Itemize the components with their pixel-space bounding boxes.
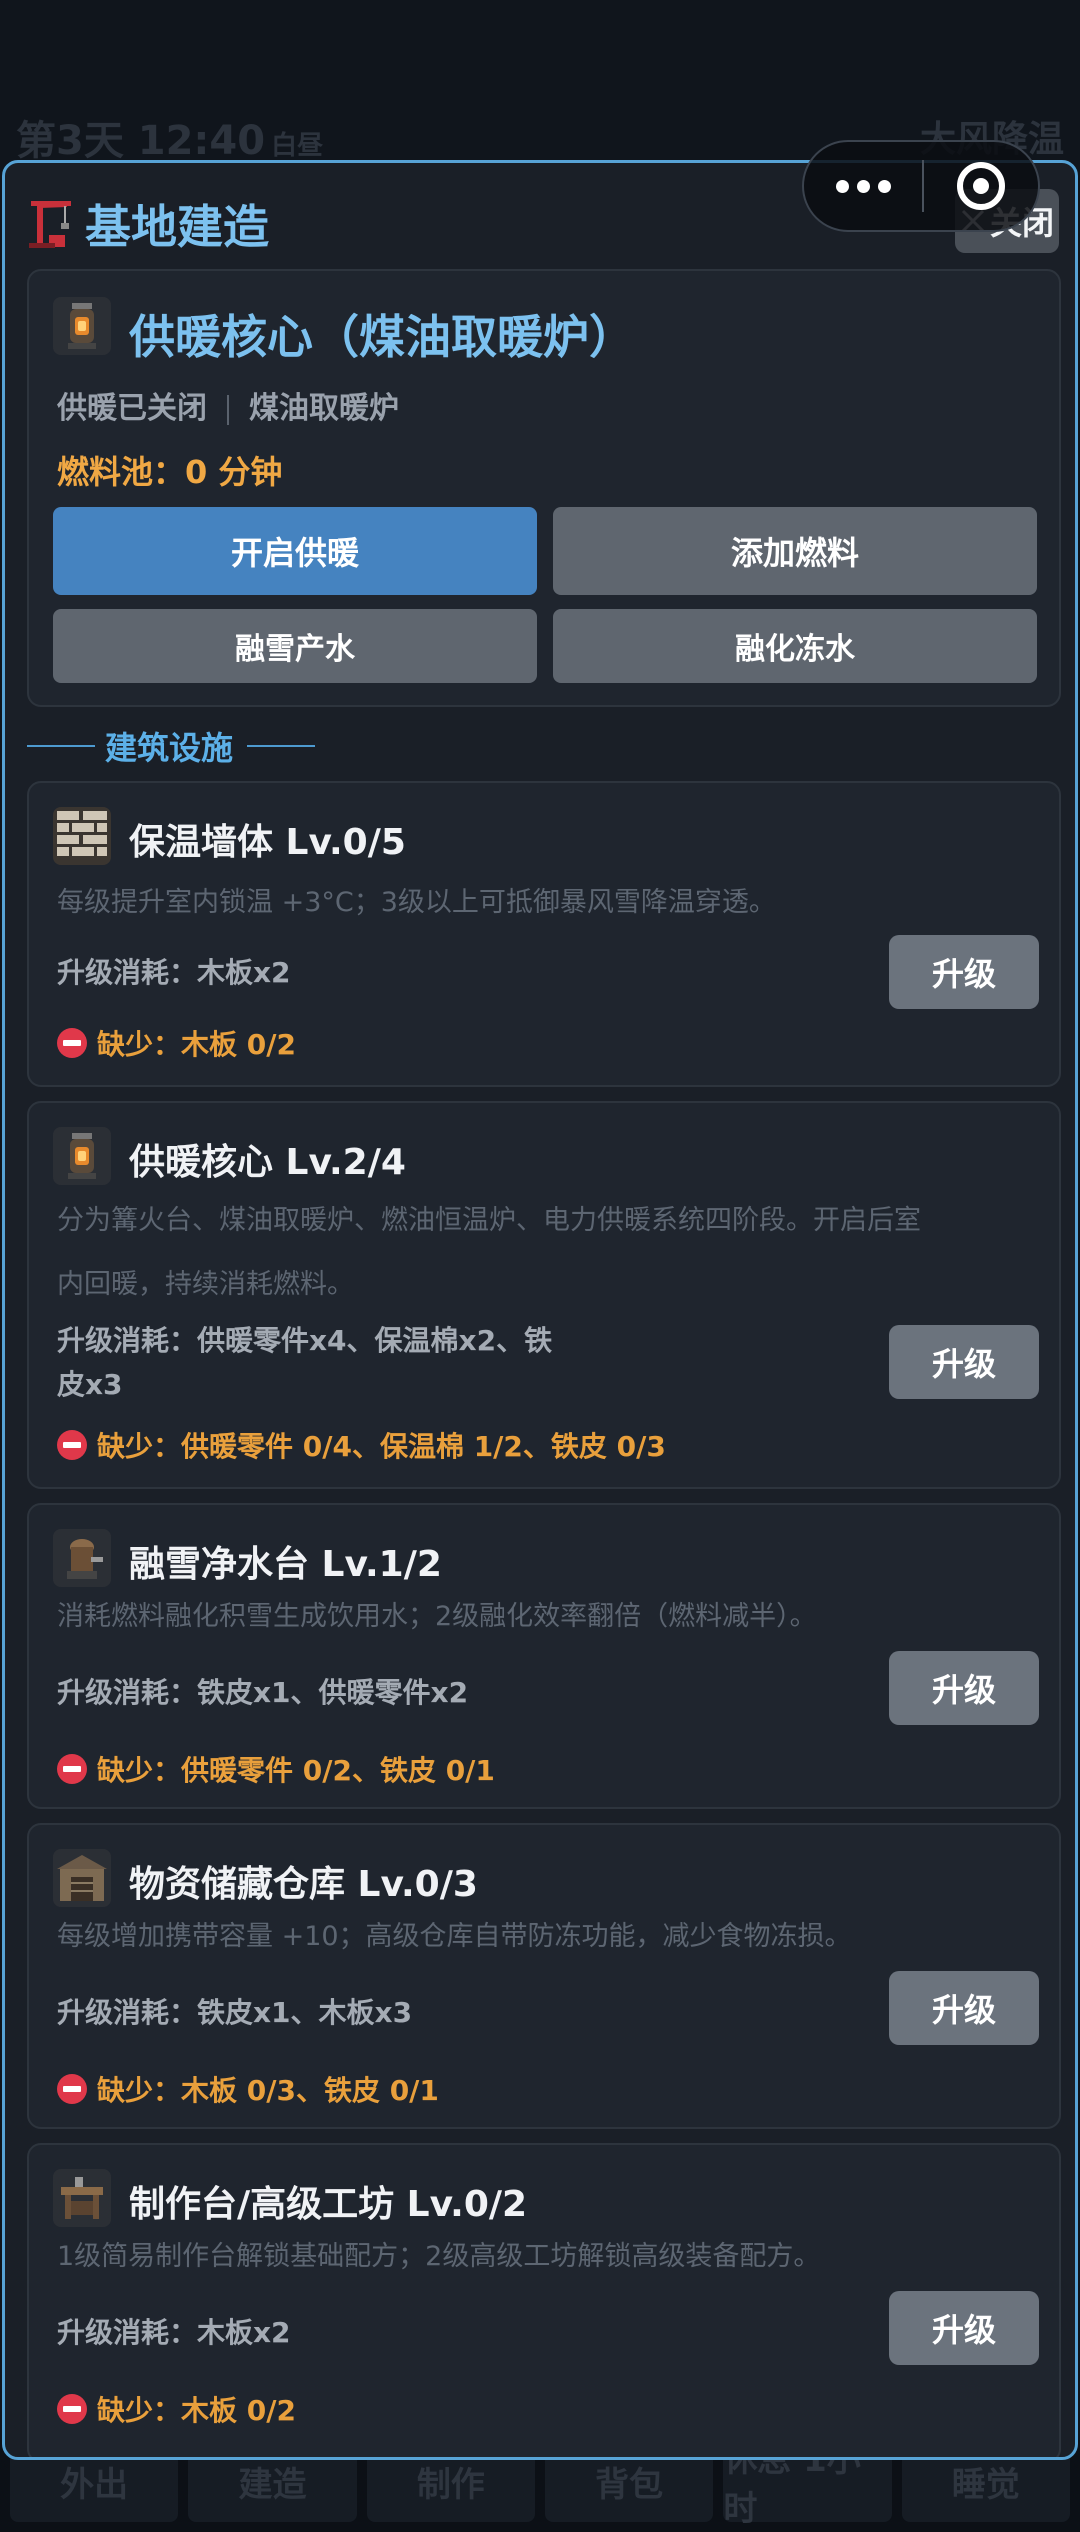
upgrade-button[interactable]: 升级: [889, 935, 1039, 1009]
building-name: 保温墙体 Lv.0/5: [129, 822, 406, 863]
building-description: 分为篝火台、煤油取暖炉、燃油恒温炉、电力供暖系统四阶段。开启后室 内回暖，持续消耗…: [57, 1205, 921, 1300]
section-title: 建筑设施: [27, 723, 317, 767]
missing-materials: 缺少：供暖零件 0/4、保温棉 1/2、铁皮 0/3: [57, 1425, 666, 1465]
building-name: 融雪净水台 Lv.1/2: [129, 1544, 442, 1585]
day-time-text: 第3天 12:40 白昼: [16, 118, 324, 164]
turn-on-heating-button[interactable]: 开启供暖: [53, 507, 537, 595]
building-description: 1级简易制作台解锁基础配方；2级高级工坊解锁高级装备配方。: [57, 2241, 821, 2272]
building-description: 消耗燃料融化积雪生成饮用水；2级融化效率翻倍（燃料减半）。: [57, 1601, 817, 1632]
missing-materials: 缺少：木板 0/2: [57, 1023, 296, 1063]
upgrade-button[interactable]: 升级: [889, 2291, 1039, 2365]
warehouse-icon: [53, 1849, 111, 1907]
status-divider: [227, 394, 229, 425]
missing-materials: 缺少：木板 0/3、铁皮 0/1: [57, 2069, 439, 2109]
kerosene-heater-icon: [53, 297, 111, 355]
heater-stage-text: 煤油取暖炉: [249, 391, 399, 426]
upgrade-cost: 升级消耗：供暖零件x4、保温棉x2、铁 皮x3: [57, 1324, 553, 1401]
upgrade-cost: 升级消耗：铁皮x1、木板x3: [57, 1996, 413, 2029]
upgrade-cost: 升级消耗：木板x2: [57, 956, 291, 989]
purifier-icon: [53, 1529, 111, 1587]
modal-title: 基地建造: [85, 200, 269, 254]
heating-status-text: 供暖已关闭: [57, 391, 207, 426]
wall-icon: [53, 807, 111, 865]
building-description: 每级增加携带容量 +10；高级仓库自带防冻功能，减少食物冻损。: [57, 1921, 852, 1952]
no-entry-icon: [57, 2074, 87, 2104]
no-entry-icon: [57, 1430, 87, 1460]
heating-status: 供暖已关闭 煤油取暖炉: [57, 383, 399, 427]
building-card-insulation-wall: 保温墙体 Lv.0/5 每级提升室内锁温 +3°C；3级以上可抵御暴风雪降温穿透…: [27, 781, 1061, 1087]
building-description: 每级提升室内锁温 +3°C；3级以上可抵御暴风雪降温穿透。: [57, 887, 776, 918]
missing-materials: 缺少：木板 0/2: [57, 2389, 296, 2429]
upgrade-button[interactable]: 升级: [889, 1325, 1039, 1399]
upgrade-cost: 升级消耗：木板x2: [57, 2316, 291, 2349]
building-card-storage: 物资储藏仓库 Lv.0/3 每级增加携带容量 +10；高级仓库自带防冻功能，减少…: [27, 1823, 1061, 2129]
no-entry-icon: [57, 2394, 87, 2424]
building-name: 物资储藏仓库 Lv.0/3: [129, 1864, 478, 1905]
workbench-icon: [53, 2169, 111, 2227]
no-entry-icon: [57, 1028, 87, 1058]
add-fuel-button[interactable]: 添加燃料: [553, 507, 1037, 595]
thaw-frozen-water-button[interactable]: 融化冻水: [553, 609, 1037, 683]
miniprogram-capsule: [802, 140, 1040, 232]
upgrade-button[interactable]: 升级: [889, 1971, 1039, 2045]
heater-icon: [53, 1127, 111, 1185]
no-entry-icon: [57, 1754, 87, 1784]
building-card-heating-core: 供暖核心 Lv.2/4 分为篝火台、煤油取暖炉、燃油恒温炉、电力供暖系统四阶段。…: [27, 1101, 1061, 1489]
building-card-workbench: 制作台/高级工坊 Lv.0/2 1级简易制作台解锁基础配方；2级高级工坊解锁高级…: [27, 2143, 1061, 2457]
crane-icon: [29, 201, 71, 248]
target-icon[interactable]: [924, 162, 1038, 210]
section-title-text: 建筑设施: [105, 729, 234, 767]
upgrade-button[interactable]: 升级: [889, 1651, 1039, 1725]
heating-core-title: 供暖核心（煤油取暖炉）: [129, 310, 635, 364]
building-card-snowmelt-purifier: 融雪净水台 Lv.1/2 消耗燃料融化积雪生成饮用水；2级融化效率翻倍（燃料减半…: [27, 1503, 1061, 1809]
building-name: 制作台/高级工坊 Lv.0/2: [129, 2184, 528, 2225]
base-build-modal: 基地建造 关闭 供暖核心（煤油取暖炉） 供暖已关闭 煤油取暖炉 燃料池：0 分钟 …: [2, 160, 1078, 2460]
missing-materials: 缺少：供暖零件 0/2、铁皮 0/1: [57, 1749, 495, 1789]
heating-core-panel: 供暖核心（煤油取暖炉） 供暖已关闭 煤油取暖炉 燃料池：0 分钟 开启供暖 添加燃…: [27, 269, 1061, 707]
fuel-pool-text: 燃料池：0 分钟: [57, 453, 283, 491]
building-name: 供暖核心 Lv.2/4: [129, 1142, 406, 1183]
melt-snow-water-button[interactable]: 融雪产水: [53, 609, 537, 683]
more-dots-icon[interactable]: [804, 179, 922, 193]
upgrade-cost: 升级消耗：铁皮x1、供暖零件x2: [57, 1676, 469, 1709]
